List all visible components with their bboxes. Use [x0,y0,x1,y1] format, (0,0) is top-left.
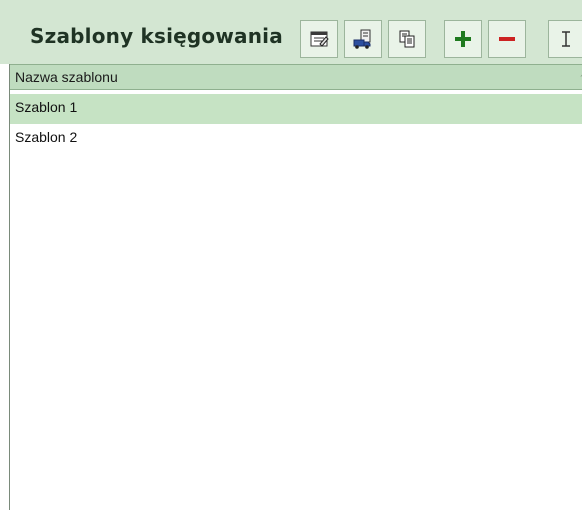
remove-button[interactable] [488,20,526,58]
templates-window: Szablony księgowania Nazwa szablonu Szab… [0,0,582,510]
book-truck-button[interactable] [344,20,382,58]
table-body: Szablon 1 Szablon 2 [10,94,582,154]
properties-button[interactable] [300,20,338,58]
templates-table: Nazwa szablonu ^ Szablon 1 Szablon 2 [9,64,582,510]
text-cursor-icon [558,28,574,50]
row-label: Szablon 1 [15,99,78,115]
column-header-label: Nazwa szablonu [15,69,118,85]
book-truck-icon [352,28,374,50]
copy-button[interactable] [388,20,426,58]
rename-button[interactable] [548,20,582,58]
page-title: Szablony księgowania [30,24,283,48]
add-icon [452,28,474,50]
table-row[interactable]: Szablon 1 [10,94,582,124]
properties-icon [308,28,330,50]
add-button[interactable] [444,20,482,58]
copy-icon [396,28,418,50]
header-bar: Szablony księgowania [0,0,582,64]
column-header-name[interactable]: Nazwa szablonu ^ [10,64,582,90]
row-label: Szablon 2 [15,129,78,145]
remove-icon [496,28,518,50]
table-row[interactable]: Szablon 2 [10,124,582,154]
